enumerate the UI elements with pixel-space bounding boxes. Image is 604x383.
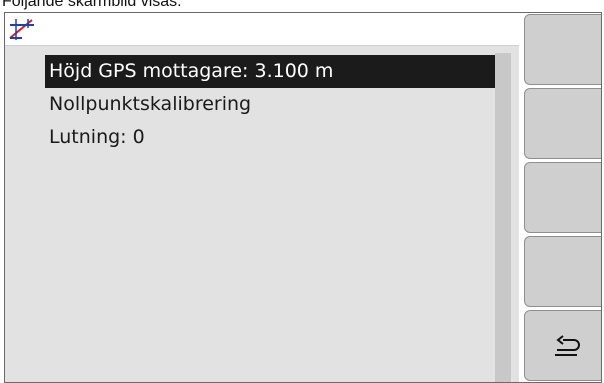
list-item-zero-calibration[interactable]: Nollpunktskalibrering	[45, 88, 251, 121]
back-softkey[interactable]	[524, 310, 601, 381]
softkey-column	[519, 13, 601, 382]
terminal-screen: Höjd GPS mottagare: 3.100 m Nollpunktska…	[4, 12, 602, 383]
softkey-1[interactable]	[524, 14, 601, 85]
page-caption: Följande skärmbild visas:	[2, 0, 182, 10]
list-scrollbar[interactable]	[495, 53, 511, 382]
gps-height-calibration-icon	[9, 19, 34, 40]
back-arrow-icon	[555, 335, 580, 356]
softkey-4[interactable]	[524, 236, 601, 307]
list-item-tilt[interactable]: Lutning: 0	[45, 121, 145, 154]
header-bar	[5, 13, 519, 46]
softkey-3[interactable]	[524, 162, 601, 233]
softkey-2[interactable]	[524, 88, 601, 159]
list-item-gps-height[interactable]: Höjd GPS mottagare: 3.100 m	[45, 55, 495, 88]
